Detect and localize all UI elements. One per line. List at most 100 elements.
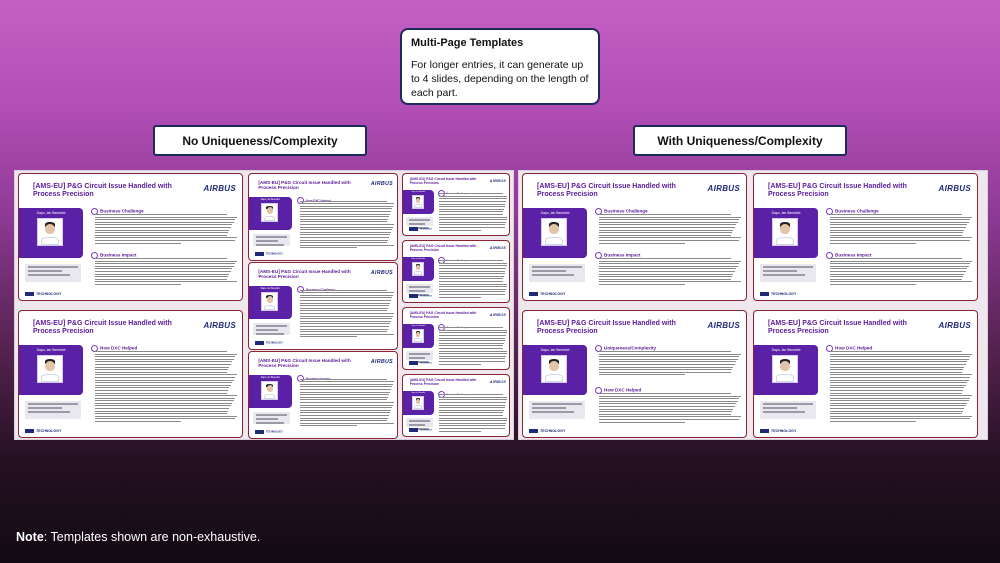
footer-text: TECHNOLOGY <box>36 428 62 433</box>
person-name: Dapo, Ian Benedict <box>260 376 280 379</box>
profile-meta <box>760 264 816 282</box>
note-text: : Templates shown are non-exhaustive. <box>43 530 261 544</box>
profile-meta <box>253 323 291 335</box>
section-text <box>95 351 238 431</box>
airbus-logo: AIRBUS <box>938 184 971 193</box>
profile-photo <box>37 355 63 383</box>
airbus-logo: AIRBUS <box>370 180 393 187</box>
template-slide: [AMS-EU] P&G Circuit Issue Handled with … <box>402 173 510 236</box>
person-name: Dapo, Ian Benedict <box>411 392 426 394</box>
section-text <box>599 214 742 246</box>
profile-meta <box>25 401 81 419</box>
section-text <box>95 214 238 246</box>
footer-text: TECHNOLOGY <box>771 428 797 433</box>
profile-photo <box>411 262 425 276</box>
slide-title: [AMS-EU] P&G Circuit Issue Handled with … <box>33 320 172 335</box>
profile-photo <box>261 292 279 311</box>
dxc-footer: TECHNOLOGY <box>255 252 283 256</box>
person-name: Dapo, Ian Benedict <box>260 198 280 201</box>
footer-text: TECHNOLOGY <box>771 291 797 296</box>
slide-title: [AMS-EU] P&G Circuit Issue Handled with … <box>258 180 351 191</box>
person-name: Dapo, Ian Benedict <box>771 211 801 215</box>
profile-photo <box>541 355 567 383</box>
slide-title: [AMS-EU] P&G Circuit Issue Handled with … <box>537 320 676 335</box>
section-text <box>299 289 395 346</box>
section-text <box>439 327 508 367</box>
profile-meta <box>529 264 585 282</box>
profile-photo <box>411 396 425 410</box>
person-name: Dapo, Ian Benedict <box>540 211 570 215</box>
dxc-footer: TECHNOLOGY <box>409 361 432 365</box>
profile-meta <box>405 418 433 431</box>
slide-title: [AMS-EU] P&G Circuit Issue Handled with … <box>33 183 172 198</box>
profile-photo <box>772 355 798 383</box>
section-text <box>299 378 395 435</box>
footer-text: TECHNOLOGY <box>266 341 283 345</box>
person-name: Dapo, Ian Benedict <box>260 287 280 290</box>
callout-body: For longer entries, it can generate up t… <box>411 59 589 99</box>
airbus-logo: AIRBUS <box>489 379 507 384</box>
dxc-footer: TECHNOLOGY <box>409 428 432 432</box>
section-text <box>830 351 973 431</box>
slide-title: [AMS-EU] P&G Circuit Issue Handled with … <box>258 358 351 369</box>
section-text <box>599 351 742 381</box>
template-slide: [AMS-EU] P&G Circuit Issue Handled with … <box>18 310 243 438</box>
slide-title: [AMS-EU] P&G Circuit Issue Handled with … <box>258 269 351 280</box>
person-name: Dapo, Ian Benedict <box>411 258 426 260</box>
footer-text: TECHNOLOGY <box>540 291 566 296</box>
dxc-footer: TECHNOLOGY <box>529 292 565 296</box>
airbus-logo: AIRBUS <box>489 178 507 183</box>
template-slide: [AMS-EU] P&G Circuit Issue Handled with … <box>248 351 398 439</box>
dxc-footer: TECHNOLOGY <box>255 341 283 345</box>
person-name: Dapo, Ian Benedict <box>411 325 426 327</box>
section-text <box>599 258 742 288</box>
section-text <box>439 394 508 434</box>
airbus-logo: AIRBUS <box>370 358 393 365</box>
airbus-logo: AIRBUS <box>938 321 971 330</box>
footnote: Note: Templates shown are non-exhaustive… <box>16 530 260 544</box>
slide-title: [AMS-EU] P&G Circuit Issue Handled with … <box>768 183 907 198</box>
section-text <box>830 258 973 288</box>
section-text <box>299 200 395 257</box>
template-slide: [AMS-EU] P&G Circuit Issue Handled with … <box>753 310 978 438</box>
dxc-footer: TECHNOLOGY <box>25 292 61 296</box>
slide-title: [AMS-EU] P&G Circuit Issue Handled with … <box>409 311 477 319</box>
footer-text: TECHNOLOGY <box>420 295 433 298</box>
profile-photo <box>541 218 567 246</box>
profile-photo <box>37 218 63 246</box>
footer-text: TECHNOLOGY <box>36 291 62 296</box>
footer-text: TECHNOLOGY <box>540 428 566 433</box>
profile-meta <box>405 284 433 297</box>
profile-photo <box>261 381 279 400</box>
airbus-logo: AIRBUS <box>707 184 740 193</box>
label-no-uniqueness: No Uniqueness/Complexity <box>153 125 367 156</box>
airbus-logo: AIRBUS <box>370 269 393 276</box>
template-slide: [AMS-EU] P&G Circuit Issue Handled with … <box>522 310 747 438</box>
section-text <box>599 393 742 429</box>
template-slide: [AMS-EU] P&G Circuit Issue Handled with … <box>402 374 510 437</box>
person-name: Dapo, Ian Benedict <box>771 348 801 352</box>
profile-meta <box>405 351 433 364</box>
template-slide: [AMS-EU] P&G Circuit Issue Handled with … <box>402 307 510 370</box>
footer-text: TECHNOLOGY <box>420 362 433 365</box>
label-with-uniqueness: With Uniqueness/Complexity <box>633 125 847 156</box>
profile-photo <box>411 195 425 209</box>
callout-title: Multi-Page Templates <box>411 37 524 49</box>
profile-photo <box>772 218 798 246</box>
airbus-logo: AIRBUS <box>489 245 507 250</box>
dxc-footer: TECHNOLOGY <box>760 429 796 433</box>
template-slide: [AMS-EU] P&G Circuit Issue Handled with … <box>248 262 398 350</box>
slide-title: [AMS-EU] P&G Circuit Issue Handled with … <box>409 244 477 252</box>
dxc-footer: TECHNOLOGY <box>529 429 565 433</box>
dxc-footer: TECHNOLOGY <box>760 292 796 296</box>
template-slide: [AMS-EU] P&G Circuit Issue Handled with … <box>522 173 747 301</box>
template-slide: [AMS-EU] P&G Circuit Issue Handled with … <box>248 173 398 261</box>
person-name: Dapo, Ian Benedict <box>36 348 66 352</box>
airbus-logo: AIRBUS <box>489 312 507 317</box>
profile-meta <box>25 264 81 282</box>
profile-meta <box>405 217 433 230</box>
dxc-footer: TECHNOLOGY <box>25 429 61 433</box>
airbus-logo: AIRBUS <box>707 321 740 330</box>
profile-photo <box>261 203 279 222</box>
profile-meta <box>760 401 816 419</box>
